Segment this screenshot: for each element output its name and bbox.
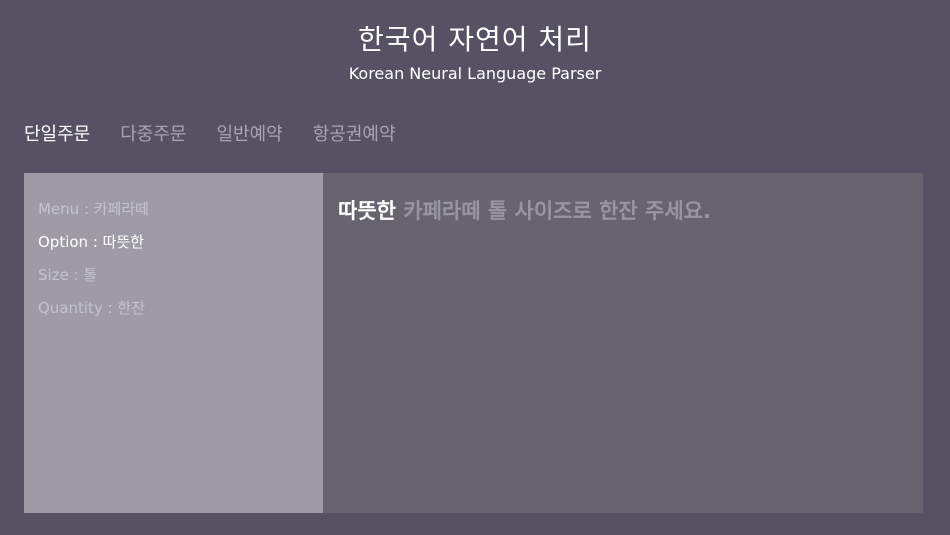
tab-bar: 단일주문 다중주문 일반예약 항공권예약	[24, 120, 396, 146]
slot-menu: Menu : 카페라떼	[38, 200, 149, 218]
slot-list: Menu : 카페라떼 Option : 따뜻한 Size : 톨 Quanti…	[24, 173, 323, 513]
highlighted-entity: 따뜻한	[338, 199, 396, 223]
sentence-view: 따뜻한 카페라떼 톨 사이즈로 한잔 주세요.	[323, 173, 923, 513]
slot-size: Size : 톨	[38, 266, 98, 284]
tab-general-reservation[interactable]: 일반예약	[217, 120, 283, 146]
tab-flight-reservation[interactable]: 항공권예약	[313, 120, 396, 146]
parser-panel: Menu : 카페라떼 Option : 따뜻한 Size : 톨 Quanti…	[24, 173, 923, 513]
sentence-rest: 카페라떼 톨 사이즈로 한잔 주세요.	[395, 199, 711, 223]
parsed-sentence: 따뜻한 카페라떼 톨 사이즈로 한잔 주세요.	[338, 195, 923, 225]
tab-multi-order[interactable]: 다중주문	[120, 120, 186, 146]
slot-option: Option : 따뜻한	[38, 233, 145, 251]
page: 한국어 자연어 처리 Korean Neural Language Parser…	[0, 0, 950, 535]
slot-quantity: Quantity : 한잔	[38, 299, 146, 317]
page-subtitle: Korean Neural Language Parser	[348, 64, 602, 83]
tab-single-order[interactable]: 단일주문	[24, 120, 90, 146]
page-title: 한국어 자연어 처리	[358, 23, 592, 56]
